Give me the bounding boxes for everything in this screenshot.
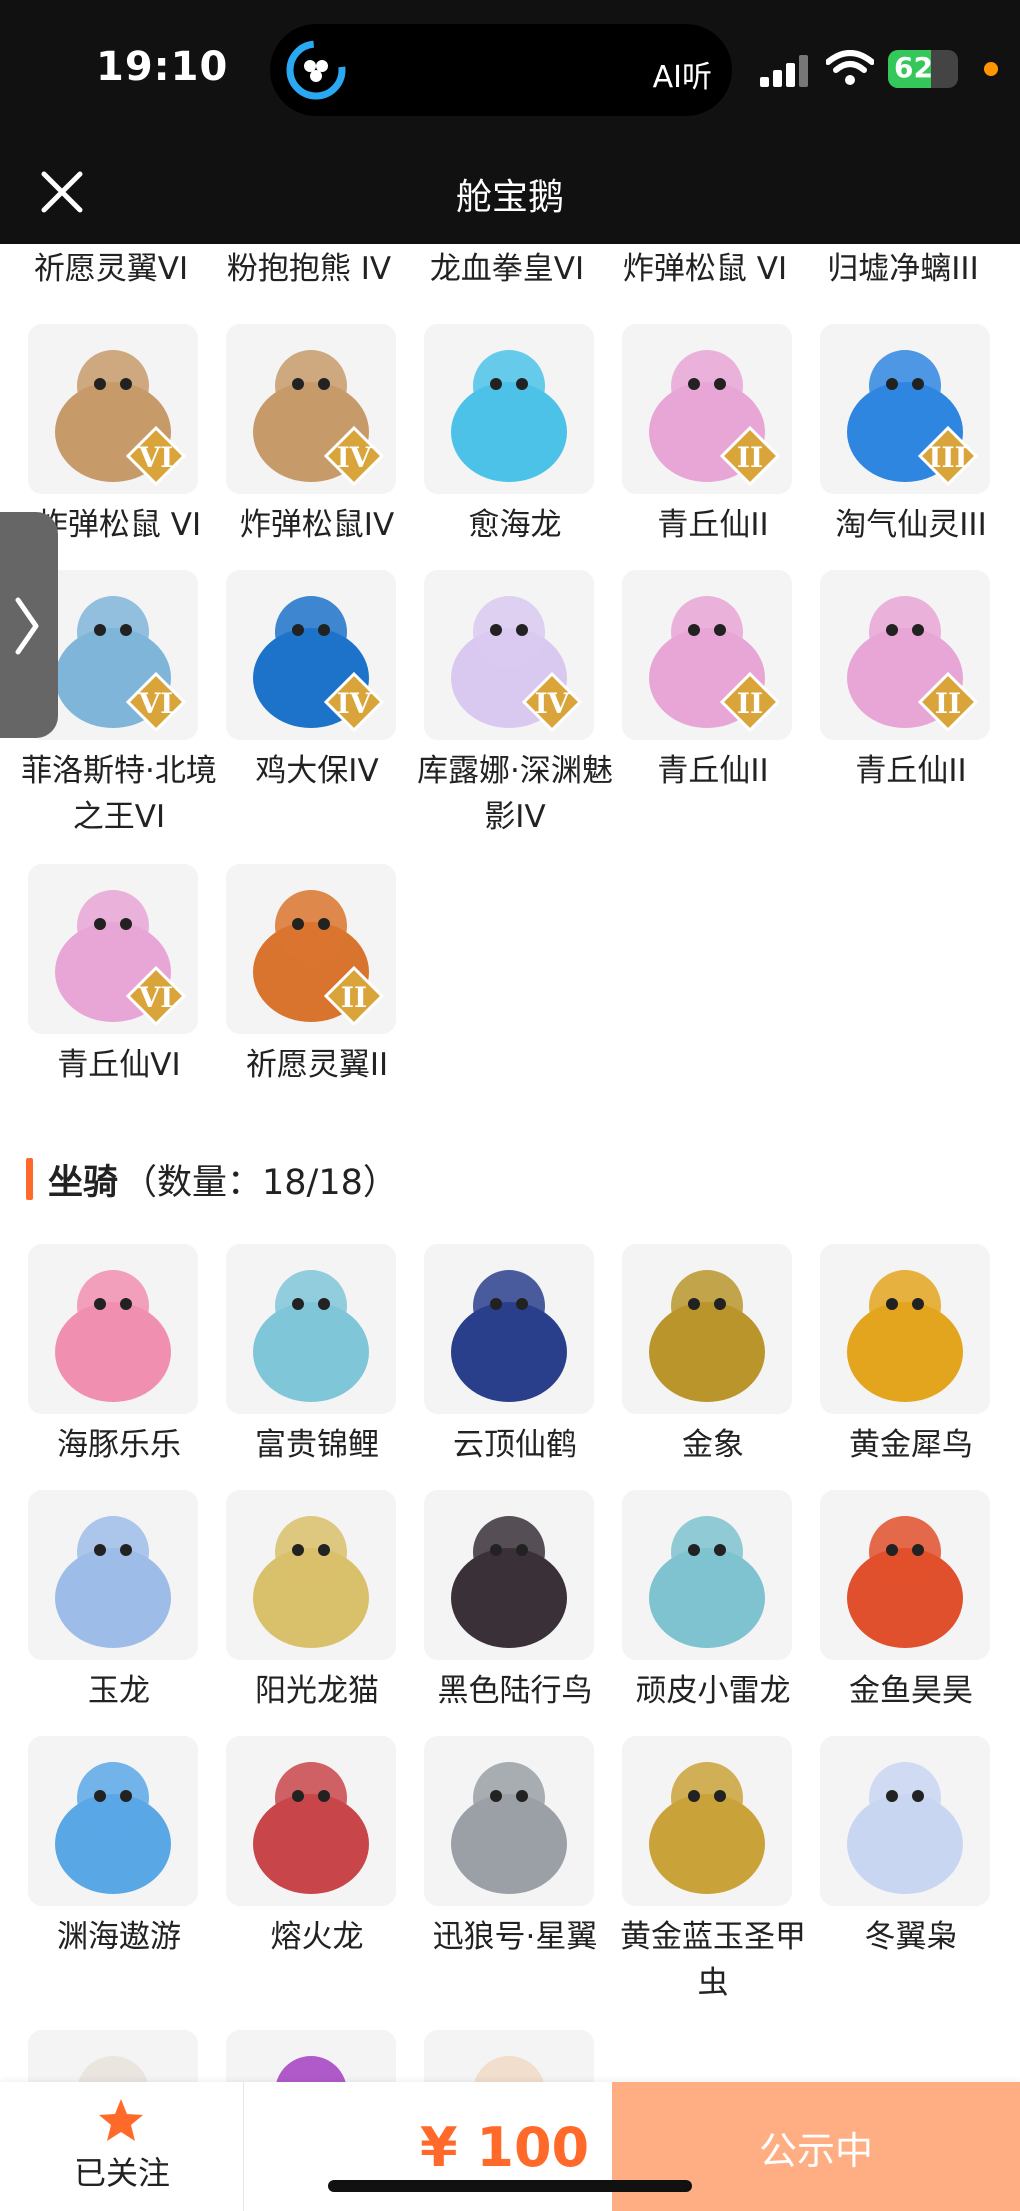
mount-label: 云顶仙鹤	[453, 1427, 577, 1463]
jade-dragon-icon	[28, 1490, 198, 1660]
mount-label: 玉龙	[88, 1673, 150, 1709]
app-logo-icon	[286, 40, 346, 100]
svg-text:IV: IV	[535, 687, 571, 720]
chevron-right-icon	[15, 597, 39, 655]
section-title: 坐骑	[48, 1163, 119, 1203]
svg-text:IV: IV	[337, 441, 373, 474]
svg-text:II: II	[737, 687, 763, 720]
pet-label: 青丘仙II	[657, 753, 769, 789]
blue-pup-icon: III	[820, 324, 990, 494]
fox-fairy-icon: II	[622, 324, 792, 494]
brontosaurus-icon	[622, 1490, 792, 1660]
pet-label: 青丘仙VI	[57, 1047, 181, 1083]
svg-text:III: III	[928, 441, 967, 474]
mount-label: 富贵锦鲤	[255, 1427, 379, 1463]
phantom-icon: IV	[424, 570, 594, 740]
privacy-indicator-dot	[984, 62, 998, 76]
svg-text:VI: VI	[138, 981, 174, 1014]
lava-dragon-icon	[226, 1736, 396, 1906]
mech-wolf-icon	[424, 1736, 594, 1906]
mount-partial-icon	[226, 2030, 396, 2082]
black-bird-icon	[424, 1490, 594, 1660]
pet-label: 祈愿灵翼II	[245, 1047, 389, 1083]
side-drawer-handle[interactable]	[0, 512, 58, 738]
mount-label: 黑色陆行鸟	[437, 1673, 593, 1709]
owl-icon	[820, 1736, 990, 1906]
mount-label: 渊海遨游	[57, 1919, 181, 1955]
follow-label: 已关注	[73, 2154, 170, 2192]
star-icon	[99, 2099, 143, 2141]
pet-label: 淘气仙灵III	[835, 507, 987, 543]
mount-partial-icon	[28, 2030, 198, 2082]
island-ai-listen: AI听	[652, 60, 712, 95]
sea-dragon-icon	[424, 324, 594, 494]
status-time: 19:10	[96, 44, 229, 90]
pet-label: 库露娜·深渊魅影IV	[417, 753, 613, 835]
svg-text:IV: IV	[337, 687, 373, 720]
mount-label: 迅狼号·星翼	[432, 1919, 598, 1955]
mount-label: 阳光龙猫	[255, 1673, 379, 1709]
pet-label: 青丘仙II	[855, 753, 967, 789]
wifi-icon	[826, 50, 874, 85]
pet-label: 青丘仙II	[657, 507, 769, 543]
previous-row-label: 归墟净螭III	[827, 251, 979, 287]
mount-partial-icon	[424, 2030, 594, 2082]
mount-label: 顽皮小雷龙	[635, 1673, 791, 1709]
price: ¥ 100	[420, 2116, 590, 2179]
status-bar: 19:10 AI听 62	[0, 0, 1020, 140]
koi-icon	[226, 1244, 396, 1414]
svg-text:II: II	[935, 687, 961, 720]
previous-row-label: 祈愿灵翼VI	[33, 251, 189, 287]
section-count: （数量：18/18）	[122, 1163, 398, 1203]
dynamic-island[interactable]: AI听	[270, 24, 732, 116]
svg-text:VI: VI	[138, 441, 174, 474]
cat-icon	[226, 1490, 396, 1660]
scarab-icon	[622, 1736, 792, 1906]
mount-label: 金象	[682, 1427, 744, 1463]
dolphin-icon	[28, 1244, 198, 1414]
elephant-icon	[622, 1244, 792, 1414]
publicity-label: 公示中	[758, 2129, 873, 2173]
bird-icon: IV	[226, 570, 396, 740]
svg-text:II: II	[341, 981, 367, 1014]
pet-label: 菲洛斯特·北境之王VI	[21, 753, 217, 835]
home-indicator	[328, 2180, 692, 2192]
previous-row-label: 粉抱抱熊 IV	[226, 251, 392, 287]
previous-row-label: 龙血拳皇VI	[429, 251, 585, 287]
battery-icon: 62	[888, 50, 958, 88]
mount-label: 冬翼枭	[864, 1919, 958, 1955]
sea-prince-icon	[28, 1736, 198, 1906]
mount-label: 金鱼昊昊	[849, 1673, 973, 1709]
fox-fairy-icon: VI	[28, 864, 198, 1034]
pet-label: 愈海龙	[468, 507, 562, 543]
pet-label: 鸡大保IV	[255, 753, 379, 789]
page-title: 舱宝鹅	[455, 177, 564, 218]
eagle-icon: II	[226, 864, 396, 1034]
battery-percent: 62	[894, 51, 933, 84]
mount-label: 熔火龙	[270, 1919, 364, 1955]
squirrel-icon: VI	[28, 324, 198, 494]
nav-bar: 舱宝鹅	[0, 140, 1020, 244]
mount-label: 黄金蓝玉圣甲虫	[620, 1919, 806, 2001]
squirrel-icon: IV	[226, 324, 396, 494]
follow-button[interactable]: 已关注	[0, 2082, 244, 2211]
svg-text:II: II	[737, 441, 763, 474]
svg-text:VI: VI	[138, 687, 174, 720]
mount-label: 海豚乐乐	[57, 1427, 181, 1463]
crane-icon	[424, 1244, 594, 1414]
fox-fairy-icon: II	[820, 570, 990, 740]
previous-row-label: 炸弹松鼠 VI	[622, 251, 788, 287]
hornbill-icon	[820, 1244, 990, 1414]
mount-label: 黄金犀鸟	[849, 1427, 973, 1463]
content-scroll-area[interactable]: 祈愿灵翼VI 粉抱抱熊 IV 龙血拳皇VI 炸弹松鼠 VI 归墟净螭III VI 炸弹松鼠…	[0, 244, 1020, 2082]
goldfish-icon	[820, 1490, 990, 1660]
section-accent-bar	[26, 1158, 33, 1200]
fox-fairy-icon: II	[622, 570, 792, 740]
cellular-signal-icon	[760, 55, 808, 87]
pet-label: 炸弹松鼠IV	[239, 507, 395, 543]
